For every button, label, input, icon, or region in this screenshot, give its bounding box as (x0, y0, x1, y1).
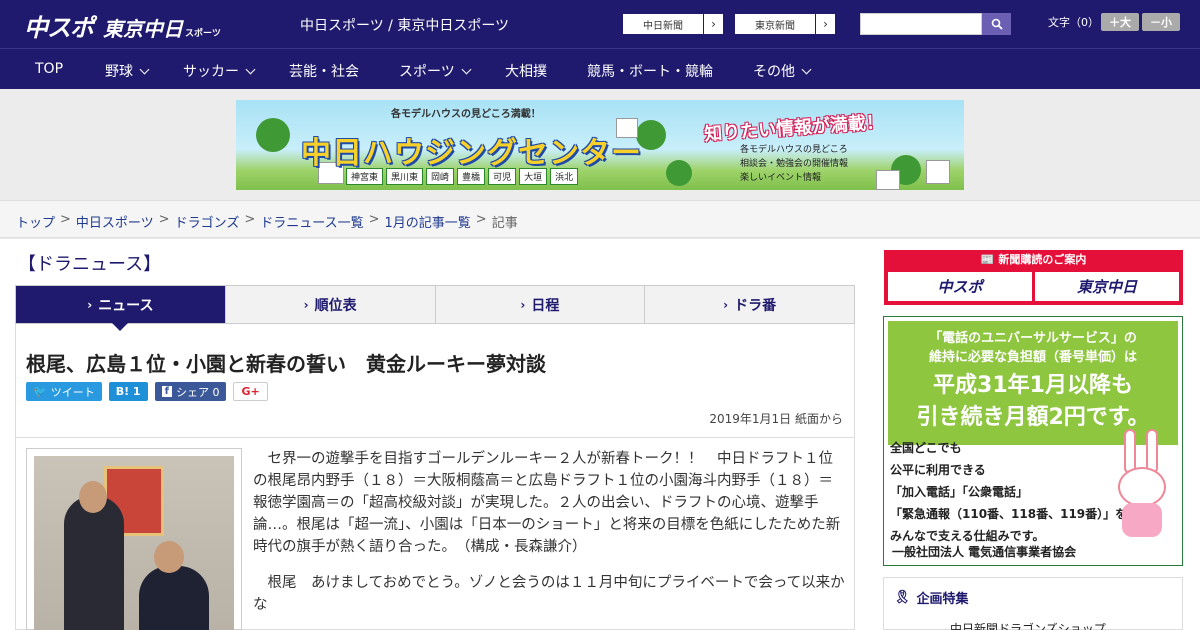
newspaper-icon: 📰 (980, 252, 995, 266)
banner-top-text: 各モデルハウスの見どころ満載！ (391, 109, 541, 120)
facebook-share-button[interactable]: f シェア 0 (154, 382, 227, 401)
chevron-right-icon: › (520, 297, 526, 312)
area-tag: 可児 (488, 168, 517, 185)
dora-tabs: › ニュース › 順位表 › 日程 › ドラ番 (15, 285, 855, 331)
article-date: 2019年1月1日 紙面から (709, 412, 843, 426)
banner-title: 中日ハウジングセンター (301, 136, 642, 171)
area-tag: 黒川東 (386, 168, 424, 185)
article-paragraph: 根尾 あけましておめでとう。ゾノと会うのは１１月中旬にプライベートで会って以来か… (253, 575, 845, 613)
logo-tokyo-chunichi: 東京中日 (103, 17, 183, 41)
ad-organization: 一般社団法人 電気通信事業者協会 (892, 545, 1077, 559)
area-tag: 岡崎 (426, 168, 455, 185)
banner-catch: 知りたい情報が満載！ (703, 111, 885, 146)
nav-baseball[interactable]: 野球 (105, 61, 150, 81)
tweet-button[interactable]: 🐦 ツイート (26, 382, 102, 401)
subscription-header: 📰 新聞購読のご案内 (980, 252, 1087, 267)
house-illustration (876, 170, 900, 190)
divider (16, 437, 854, 438)
breadcrumb: トップ > 中日スポーツ > ドラゴンズ > ドラニュース一覧 > 1月の記事一覧 > 記… (16, 212, 518, 231)
site-logo[interactable]: 中スポ 東京中日 スポーツ (24, 8, 221, 43)
nav-entertainment[interactable]: 芸能・社会 (289, 61, 359, 81)
social-share-bar: 🐦 ツイート B! 1 f シェア 0 G+ (26, 382, 268, 401)
tree-illustration (256, 118, 290, 152)
area-tag: 浜北 (550, 168, 579, 185)
ad-body-lines: 全国どこでも 公平に利用できる 「加入電話」「公衆電話」 「緊急通報（110番、… (890, 441, 1128, 543)
banner-area-list: 神宮東 黒川東 岡崎 豊橋 可児 大垣 浜北 (346, 168, 579, 185)
nav-racing[interactable]: 競馬・ボート・競輪 (587, 61, 713, 81)
article-headline: 根尾、広島１位・小園と新春の誓い 黄金ルーキー夢対談 (26, 352, 546, 376)
rabbit-mascot-illustration (1112, 429, 1172, 539)
chevron-right-icon: › (87, 297, 93, 312)
player-left-head (79, 481, 107, 513)
article-paragraph: セ界一の遊撃手を目指すゴールデンルーキー２人が新春トーク！！ 中日ドラフト１位の… (253, 451, 841, 555)
tab-news[interactable]: › ニュース (16, 286, 226, 331)
breadcrumb-dora-news-list[interactable]: ドラニュース一覧 (260, 212, 363, 231)
chevron-down-icon (461, 64, 472, 74)
breadcrumb-top[interactable]: トップ (16, 212, 55, 231)
search-button[interactable] (982, 13, 1011, 35)
font-smaller-button[interactable]: －小 (1142, 13, 1180, 31)
player-right (139, 566, 209, 630)
tab-schedule[interactable]: › 日程 (435, 286, 646, 323)
ad-headline-area: 「電話のユニバーサルサービス」の 維持に必要な負担額（番号単価）は 平成31年1… (888, 321, 1178, 445)
house-illustration (926, 160, 950, 184)
search-input[interactable] (860, 13, 982, 35)
google-plus-button[interactable]: G+ (233, 382, 268, 401)
tokyo-chunichi-subscribe-link[interactable]: 東京中日 (1035, 272, 1179, 301)
hatena-bookmark-button[interactable]: B! 1 (108, 382, 148, 401)
chevron-down-icon (801, 64, 812, 74)
chuspo-subscribe-link[interactable]: 中スポ (888, 272, 1032, 301)
breadcrumb-chunichi-sports[interactable]: 中日スポーツ (76, 212, 154, 231)
area-tag: 神宮東 (346, 168, 384, 185)
breadcrumb-dragons[interactable]: ドラゴンズ (175, 212, 240, 231)
font-larger-button[interactable]: ＋大 (1101, 13, 1139, 31)
player-left (64, 496, 124, 630)
breadcrumb-january-list[interactable]: 1月の記事一覧 (385, 212, 471, 231)
logo-chuspo: 中スポ (24, 14, 94, 42)
housing-center-banner-ad[interactable]: 各モデルハウスの見どころ満載！ 中日ハウジングセンター 知りたい情報が満載！ 各… (236, 100, 964, 190)
subscription-logos: 中スポ 東京中日 (888, 272, 1179, 301)
special-features-title: 🎗 企画特集 (894, 590, 969, 607)
nav-soccer[interactable]: サッカー (183, 61, 256, 81)
chevron-down-icon (139, 64, 150, 74)
search-icon (991, 18, 1003, 30)
special-features-box: 🎗 企画特集 中日新聞ドラゴンズショップ (883, 577, 1183, 630)
breadcrumb-current: 記事 (491, 216, 518, 231)
twitter-icon: 🐦 (33, 385, 47, 398)
font-size-label: 文字（0） (1048, 16, 1099, 29)
chevron-right-icon: › (723, 297, 729, 312)
tokyo-shimbun-link[interactable]: 東京新聞 › (734, 13, 836, 35)
article-body: セ界一の遊撃手を目指すゴールデンルーキー２人が新春トーク！！ 中日ドラフト１位の… (253, 448, 846, 630)
site-title[interactable]: 中日スポーツ / 東京中日スポーツ (300, 15, 509, 35)
nav-top[interactable]: TOP (35, 61, 63, 77)
tab-standings[interactable]: › 順位表 (225, 286, 436, 323)
facebook-icon: f (161, 386, 172, 397)
nav-sports[interactable]: スポーツ (399, 61, 472, 81)
chevron-down-icon (245, 64, 256, 74)
nav-other[interactable]: その他 (753, 61, 812, 81)
banner-info-2: 相談会・勉強会の開催情報 (740, 159, 849, 169)
global-nav: TOP 野球 サッカー 芸能・社会 スポーツ 大相撲 競馬・ボート・競輪 その他 (0, 48, 1200, 89)
banner-info-1: 各モデルハウスの見どころ (740, 145, 848, 155)
top-header: 中スポ 東京中日 スポーツ 中日スポーツ / 東京中日スポーツ 中日新聞 › 東… (0, 0, 1200, 48)
dragons-shop-link[interactable]: 中日新聞ドラゴンズショップ (950, 620, 1106, 630)
section-title: 【ドラニュース】 (18, 254, 162, 275)
chunichi-shimbun-link[interactable]: 中日新聞 › (622, 13, 724, 35)
player-right-head (154, 541, 184, 573)
breadcrumb-bar: トップ > 中日スポーツ > ドラゴンズ > ドラニュース一覧 > 1月の記事一覧 > 記… (0, 200, 1200, 238)
tab-dora-ban[interactable]: › ドラ番 (645, 286, 854, 323)
area-tag: 豊橋 (457, 168, 486, 185)
article-photo[interactable] (34, 456, 234, 630)
subscription-box[interactable]: 📰 新聞購読のご案内 中スポ 東京中日 (884, 250, 1183, 305)
banner-info-3: 楽しいイベント情報 (740, 173, 822, 183)
nav-sumo[interactable]: 大相撲 (505, 61, 547, 81)
chevron-right-icon: › (303, 297, 309, 312)
area-tag: 大垣 (519, 168, 548, 185)
logo-sports: スポーツ (185, 29, 221, 39)
tree-illustration (666, 160, 692, 186)
arrow-right-icon: › (815, 14, 835, 34)
ribbon-icon: 🎗 (894, 590, 911, 605)
arrow-right-icon: › (703, 14, 723, 34)
universal-service-ad[interactable]: 「電話のユニバーサルサービス」の 維持に必要な負担額（番号単価）は 平成31年1… (883, 316, 1183, 566)
